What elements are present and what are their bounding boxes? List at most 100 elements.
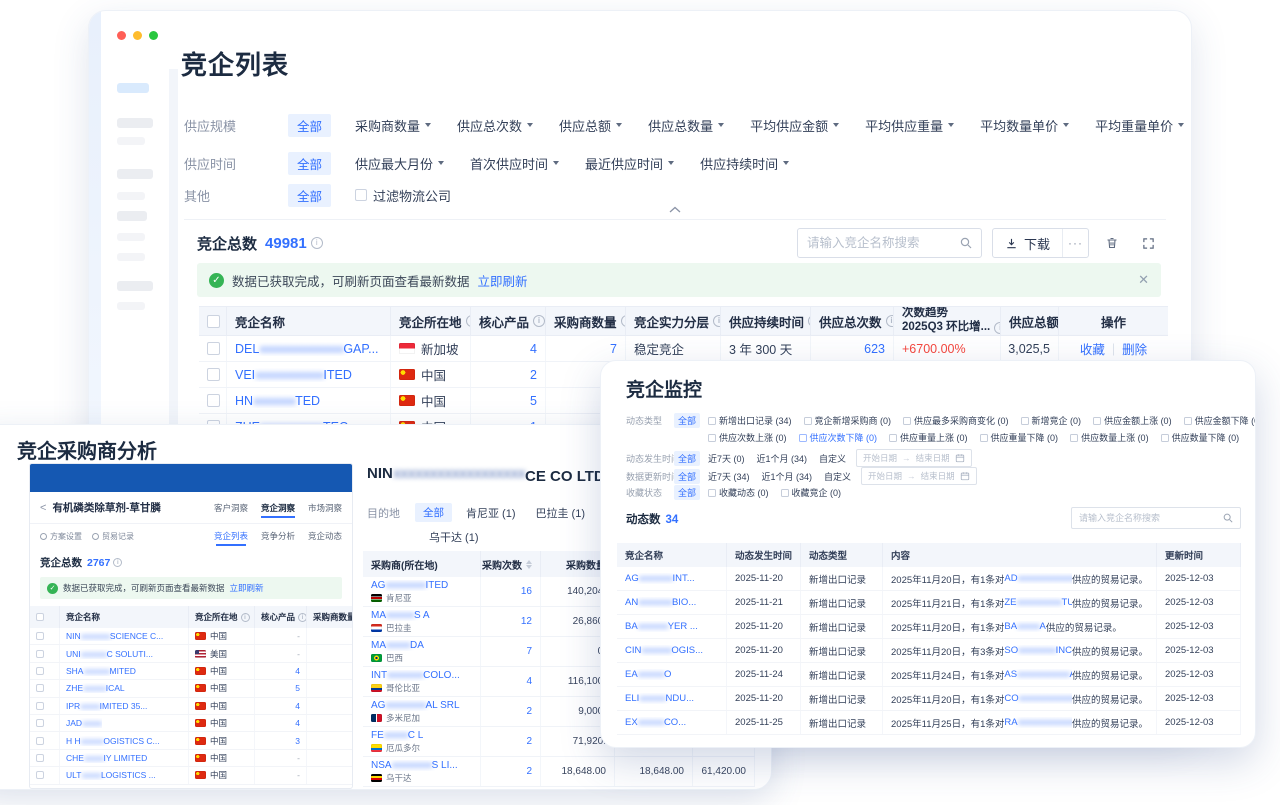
type-checkbox[interactable]: 新增出口记录 (34) <box>708 414 792 427</box>
row-checkbox[interactable] <box>36 737 44 745</box>
row-checkbox[interactable] <box>36 684 44 692</box>
minimize-window-button[interactable] <box>133 31 142 40</box>
time-option[interactable]: 自定义 <box>824 470 851 483</box>
download-more-button[interactable]: ··· <box>1062 229 1088 257</box>
buyer-name-link[interactable]: AGxxxxxxxxxxAL SRL <box>371 700 460 711</box>
delete-link[interactable]: 删除 <box>1122 339 1147 358</box>
competitor-name-link[interactable]: DELxxxxxxxxxxxxxxxxGAP... <box>235 342 379 356</box>
sub-tab[interactable]: 竞争分析 <box>261 526 295 546</box>
fullscreen-button[interactable] <box>1135 230 1161 256</box>
insight-tab[interactable]: 市场洞察 <box>308 498 342 518</box>
total-times[interactable]: 623 <box>811 336 894 361</box>
row-checkbox[interactable] <box>207 342 220 355</box>
purchase-times[interactable]: 2 <box>481 697 541 726</box>
info-icon[interactable]: i <box>713 315 721 327</box>
competitor-name-link[interactable]: BAxxxxxxxxYER ... <box>625 621 698 632</box>
row-checkbox[interactable] <box>36 702 44 710</box>
table-row[interactable]: DELxxxxxxxxxxxxxxxxGAP... 新加坡 4 7 稳定竞企 3… <box>199 336 1168 362</box>
competitor-name-link[interactable]: ANxxxxxxxxxBIO... <box>625 597 696 608</box>
sort-icon[interactable] <box>526 557 532 572</box>
row-checkbox[interactable] <box>36 754 44 762</box>
filter-dropdown[interactable]: 供应总额 <box>559 116 622 135</box>
purchase-times[interactable]: 2 <box>481 727 541 756</box>
row-checkbox[interactable] <box>207 394 220 407</box>
row-checkbox[interactable] <box>36 632 44 640</box>
competitor-name-link[interactable]: ZHExxxxxxxICAL <box>66 683 125 693</box>
breadcrumb[interactable]: 有机磷类除草剂-草甘膦 <box>52 500 161 515</box>
competitor-name-link[interactable]: HNxxxxxxxxTED <box>235 394 320 408</box>
preview-table-row[interactable]: ZHExxxxxxxICAL 中国 5 <box>30 680 352 697</box>
buyer-name-link[interactable]: NSAxxxxxxxxxxS LI... <box>371 760 458 771</box>
col-total-times[interactable]: 供应总次数i <box>811 307 894 335</box>
destination-option[interactable]: 肯尼亚 (1) <box>466 505 516 521</box>
col-location[interactable]: 竞企所在地i <box>391 307 471 335</box>
type-checkbox[interactable]: 供应次数上涨 (0) <box>708 431 787 444</box>
favorite-link[interactable]: 收藏 <box>1080 339 1105 358</box>
dynamics-table-row[interactable]: ELIxxxxxxxNDU... 2025-11-20 新增出口记录 2025年… <box>617 687 1241 711</box>
preview-table-row[interactable]: UNIxxxxxxxxC SOLUTI... 美国 - <box>30 645 352 662</box>
favorite-checkbox[interactable]: 收藏动态 (0) <box>708 486 769 499</box>
collapse-filters-button[interactable] <box>645 200 705 218</box>
buyer-name-link[interactable]: MAxxxxxxDA <box>371 640 424 651</box>
dynamics-table-row[interactable]: CINxxxxxxxxOGIS... 2025-11-20 新增出口记录 202… <box>617 639 1241 663</box>
type-checkbox[interactable]: 供应金额下降 (0) <box>1184 414 1256 427</box>
preview-table-row[interactable]: IPRxxxxxxIMITED 35... 中国 4 <box>30 698 352 715</box>
row-checkbox[interactable] <box>207 368 220 381</box>
filter-dropdown[interactable]: 首次供应时间 <box>470 154 559 173</box>
filter-logistics-checkbox[interactable]: 过滤物流公司 <box>355 186 451 205</box>
search-icon[interactable] <box>960 237 972 249</box>
filter-dropdown[interactable]: 平均供应金额 <box>750 116 839 135</box>
search-icon[interactable] <box>1223 513 1233 523</box>
competitor-name-link[interactable]: ELIxxxxxxxNDU... <box>625 693 694 704</box>
filter-all-chip[interactable]: 全部 <box>288 114 331 137</box>
select-all-checkbox[interactable] <box>36 613 44 621</box>
time-option[interactable]: 自定义 <box>819 452 846 465</box>
filter-dropdown[interactable]: 供应总数量 <box>648 116 724 135</box>
search-input[interactable] <box>807 236 960 250</box>
date-range-input[interactable]: 开始日期 → 结束日期 <box>861 467 977 485</box>
info-icon[interactable]: i <box>311 237 323 249</box>
col-purchase-times[interactable]: 采购次数 <box>481 551 541 577</box>
filter-all-chip[interactable]: 全部 <box>674 451 700 466</box>
competitor-name-link[interactable]: IPRxxxxxxIMITED 35... <box>66 701 147 711</box>
col-strength-tier[interactable]: 竞企实力分层i <box>626 307 721 335</box>
sub-tab[interactable]: 竞企列表 <box>214 526 248 546</box>
core-product-count[interactable]: 4 <box>471 336 546 361</box>
time-option[interactable]: 近7天 (34) <box>708 470 750 483</box>
competitor-name-link[interactable]: VEIxxxxxxxxxxxxxITED <box>235 368 352 382</box>
tool-link[interactable]: 方案设置 <box>40 531 82 542</box>
info-icon[interactable]: i <box>886 315 894 327</box>
type-checkbox[interactable]: 供应次数下降 (0) <box>799 431 878 444</box>
filter-dropdown[interactable]: 最近供应时间 <box>585 154 674 173</box>
purchase-times[interactable]: 2 <box>481 757 541 786</box>
preview-table-row[interactable]: NINxxxxxxxxxSCIENCE C... 中国 - <box>30 628 352 645</box>
close-window-button[interactable] <box>117 31 126 40</box>
purchase-times[interactable]: 4 <box>481 667 541 696</box>
insight-tab[interactable]: 竞企洞察 <box>261 498 295 518</box>
dynamics-table-row[interactable]: EXxxxxxxxCO... 2025-11-25 新增出口记录 2025年11… <box>617 711 1241 735</box>
type-checkbox[interactable]: 供应数量下降 (0) <box>1161 431 1240 444</box>
info-icon[interactable]: i <box>533 315 545 327</box>
competitor-name-link[interactable]: ULTxxxxxxLOGISTICS ... <box>66 770 156 780</box>
info-icon[interactable]: i <box>113 558 122 567</box>
filter-all-chip[interactable]: 全部 <box>674 469 700 484</box>
preview-table-row[interactable]: CHExxxxxxIY LIMITED 中国 - <box>30 750 352 767</box>
core-product-count[interactable]: 2 <box>471 362 546 387</box>
type-checkbox[interactable]: 供应最多采购商变化 (0) <box>903 414 1009 427</box>
filter-all-chip[interactable]: 全部 <box>674 485 700 500</box>
buyer-name-link[interactable]: FExxxxxxC L <box>371 730 423 741</box>
buyer-name-link[interactable]: INTxxxxxxxxxCOLO... <box>371 670 460 681</box>
col-duration[interactable]: 供应持续时间i <box>721 307 811 335</box>
competitor-name-link[interactable]: SHAxxxxxxxxMITED <box>66 666 136 676</box>
type-checkbox[interactable]: 供应重量上涨 (0) <box>889 431 968 444</box>
tool-link[interactable]: 贸易记录 <box>92 531 134 542</box>
purchase-times[interactable]: 12 <box>481 607 541 636</box>
filter-dropdown[interactable]: 供应最大月份 <box>355 154 444 173</box>
sidebar-item-active[interactable] <box>117 83 149 93</box>
dynamics-table-row[interactable]: AGxxxxxxxxxINT... 2025-11-20 新增出口记录 2025… <box>617 567 1241 591</box>
competitor-name-link[interactable]: UNIxxxxxxxxC SOLUTI... <box>66 649 153 659</box>
date-range-input[interactable]: 开始日期 → 结束日期 <box>856 449 972 467</box>
download-button[interactable]: 下载 <box>993 229 1062 257</box>
filter-all-chip[interactable]: 全部 <box>288 152 331 175</box>
competitor-name-link[interactable]: CINxxxxxxxxOGIS... <box>625 645 703 656</box>
